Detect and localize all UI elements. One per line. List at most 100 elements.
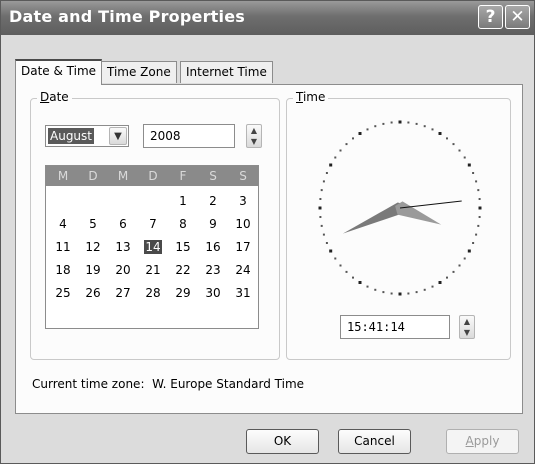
calendar-day[interactable]: 30	[198, 282, 228, 304]
clock-hour-tick	[329, 249, 333, 253]
time-groupbox: Time 15:41:14 ▲ ▼	[286, 90, 511, 360]
calendar-day[interactable]: 9	[198, 213, 228, 235]
clock-minute-tick	[446, 276, 448, 279]
clock-minute-tick	[478, 198, 481, 200]
spin-up-icon[interactable]: ▲	[460, 316, 474, 327]
close-button[interactable]: ✕	[505, 5, 530, 29]
spin-down-icon[interactable]: ▼	[247, 136, 261, 147]
clock-minute-tick	[472, 242, 475, 244]
ok-button[interactable]: OK	[246, 429, 319, 454]
clock-minute-tick	[319, 216, 322, 218]
chevron-down-icon[interactable]: ▼	[109, 127, 127, 145]
clock-hour-tick	[467, 249, 471, 253]
weekday-header: D	[148, 169, 158, 183]
clock-minute-tick	[477, 224, 480, 227]
month-value: August	[48, 128, 94, 144]
clock-minute-tick	[322, 233, 325, 236]
clock-second-hand	[399, 200, 462, 209]
calendar-day[interactable]: 26	[78, 282, 108, 304]
analog-clock	[318, 120, 482, 296]
clock-minute-tick	[374, 288, 377, 291]
title-bar[interactable]: Date and Time Properties ? ✕	[1, 1, 534, 35]
clock-minute-tick	[446, 137, 448, 140]
tab-time-zone[interactable]: Time Zone	[101, 61, 177, 83]
clock-minute-tick	[390, 292, 393, 295]
year-field[interactable]: 2008	[143, 124, 235, 148]
clock-minute-tick	[478, 216, 481, 218]
spin-up-icon[interactable]: ▲	[247, 125, 261, 136]
clock-hour-hand	[395, 201, 442, 225]
calendar-day[interactable]: 15	[168, 236, 198, 258]
time-field[interactable]: 15:41:14	[340, 315, 450, 339]
calendar-day[interactable]: 8	[168, 213, 198, 235]
calendar-day[interactable]: 20	[108, 259, 138, 281]
calendar-day[interactable]: 17	[228, 236, 258, 258]
clock-minute-tick	[320, 224, 323, 227]
calendar-day[interactable]: 29	[168, 282, 198, 304]
clock-hands	[342, 200, 462, 234]
clock-minute-tick	[320, 189, 323, 192]
weekday-header: S	[239, 169, 247, 183]
calendar-day[interactable]: 22	[168, 259, 198, 281]
clock-minute-tick	[415, 291, 418, 294]
clock-minute-tick	[407, 121, 410, 124]
calendar-day-selected[interactable]: 14	[138, 236, 168, 258]
clock-minute-tick	[339, 149, 342, 152]
weekday-header: F	[179, 169, 187, 183]
calendar-day[interactable]: 12	[78, 236, 108, 258]
cancel-button[interactable]: Cancel	[338, 429, 411, 454]
calendar-day[interactable]: 11	[48, 236, 78, 258]
clock-minute-tick	[463, 257, 466, 260]
calendar-day[interactable]: 6	[108, 213, 138, 235]
time-zone-value: W. Europe Standard Time	[152, 377, 305, 391]
year-spinner[interactable]: ▲ ▼	[246, 124, 262, 148]
calendar-day[interactable]: 19	[78, 259, 108, 281]
clock-minute-tick	[334, 257, 337, 260]
spin-down-icon[interactable]: ▼	[460, 327, 474, 338]
calendar-day[interactable]: 7	[138, 213, 168, 235]
tab-date-time[interactable]: Date & Time	[15, 59, 103, 85]
calendar-day[interactable]: 13	[108, 236, 138, 258]
calendar-day[interactable]: 2	[198, 190, 228, 212]
clock-minute-tick	[352, 276, 354, 279]
clock-minute-tick	[382, 122, 385, 125]
calendar-day[interactable]: 23	[198, 259, 228, 281]
time-spinner[interactable]: ▲ ▼	[459, 315, 475, 339]
clock-minute-tick	[382, 291, 385, 294]
time-group-label: Time	[293, 90, 329, 104]
clock-minute-tick	[325, 172, 328, 174]
clock-minute-tick	[374, 125, 377, 128]
month-calendar: MDMDFSS 1 2 3 4 5 6 7 8 9 10 11 12 13 14 15 16 17 18 19 20 2…	[45, 165, 259, 329]
calendar-day[interactable]: 27	[108, 282, 138, 304]
current-time-zone-text: Current time zone: W. Europe Standard Ti…	[32, 377, 304, 391]
calendar-day[interactable]: 31	[228, 282, 258, 304]
tab-internet-time[interactable]: Internet Time	[180, 61, 273, 83]
clock-minute-tick	[366, 285, 369, 288]
weekday-header: D	[88, 169, 98, 183]
calendar-day[interactable]: 1	[168, 190, 198, 212]
calendar-day[interactable]: 5	[78, 213, 108, 235]
calendar-day[interactable]: 28	[138, 282, 168, 304]
clock-minute-tick	[352, 137, 354, 140]
clock-minute-tick	[452, 270, 455, 273]
date-time-properties-dialog: Date and Time Properties ? ✕ Date & Time…	[0, 0, 535, 464]
clock-hour-tick	[358, 281, 362, 284]
time-zone-label: Current time zone:	[32, 377, 145, 391]
calendar-day[interactable]: 10	[228, 213, 258, 235]
calendar-day[interactable]: 4	[48, 213, 78, 235]
apply-button[interactable]: Apply	[446, 429, 519, 454]
clock-minute-tick	[345, 270, 348, 273]
calendar-day[interactable]: 21	[138, 259, 168, 281]
calendar-day[interactable]: 25	[48, 282, 78, 304]
clock-minute-tick	[458, 149, 461, 152]
calendar-day[interactable]: 24	[228, 259, 258, 281]
calendar-day[interactable]: 18	[48, 259, 78, 281]
calendar-day[interactable]: 3	[228, 190, 258, 212]
clock-minute-tick	[325, 242, 328, 244]
month-dropdown[interactable]: August ▼	[45, 125, 129, 147]
clock-hour-tick	[398, 120, 402, 124]
clock-minute-tick	[423, 125, 426, 128]
clock-minute-tick	[319, 198, 322, 200]
help-button[interactable]: ?	[478, 5, 503, 29]
calendar-day[interactable]: 16	[198, 236, 228, 258]
